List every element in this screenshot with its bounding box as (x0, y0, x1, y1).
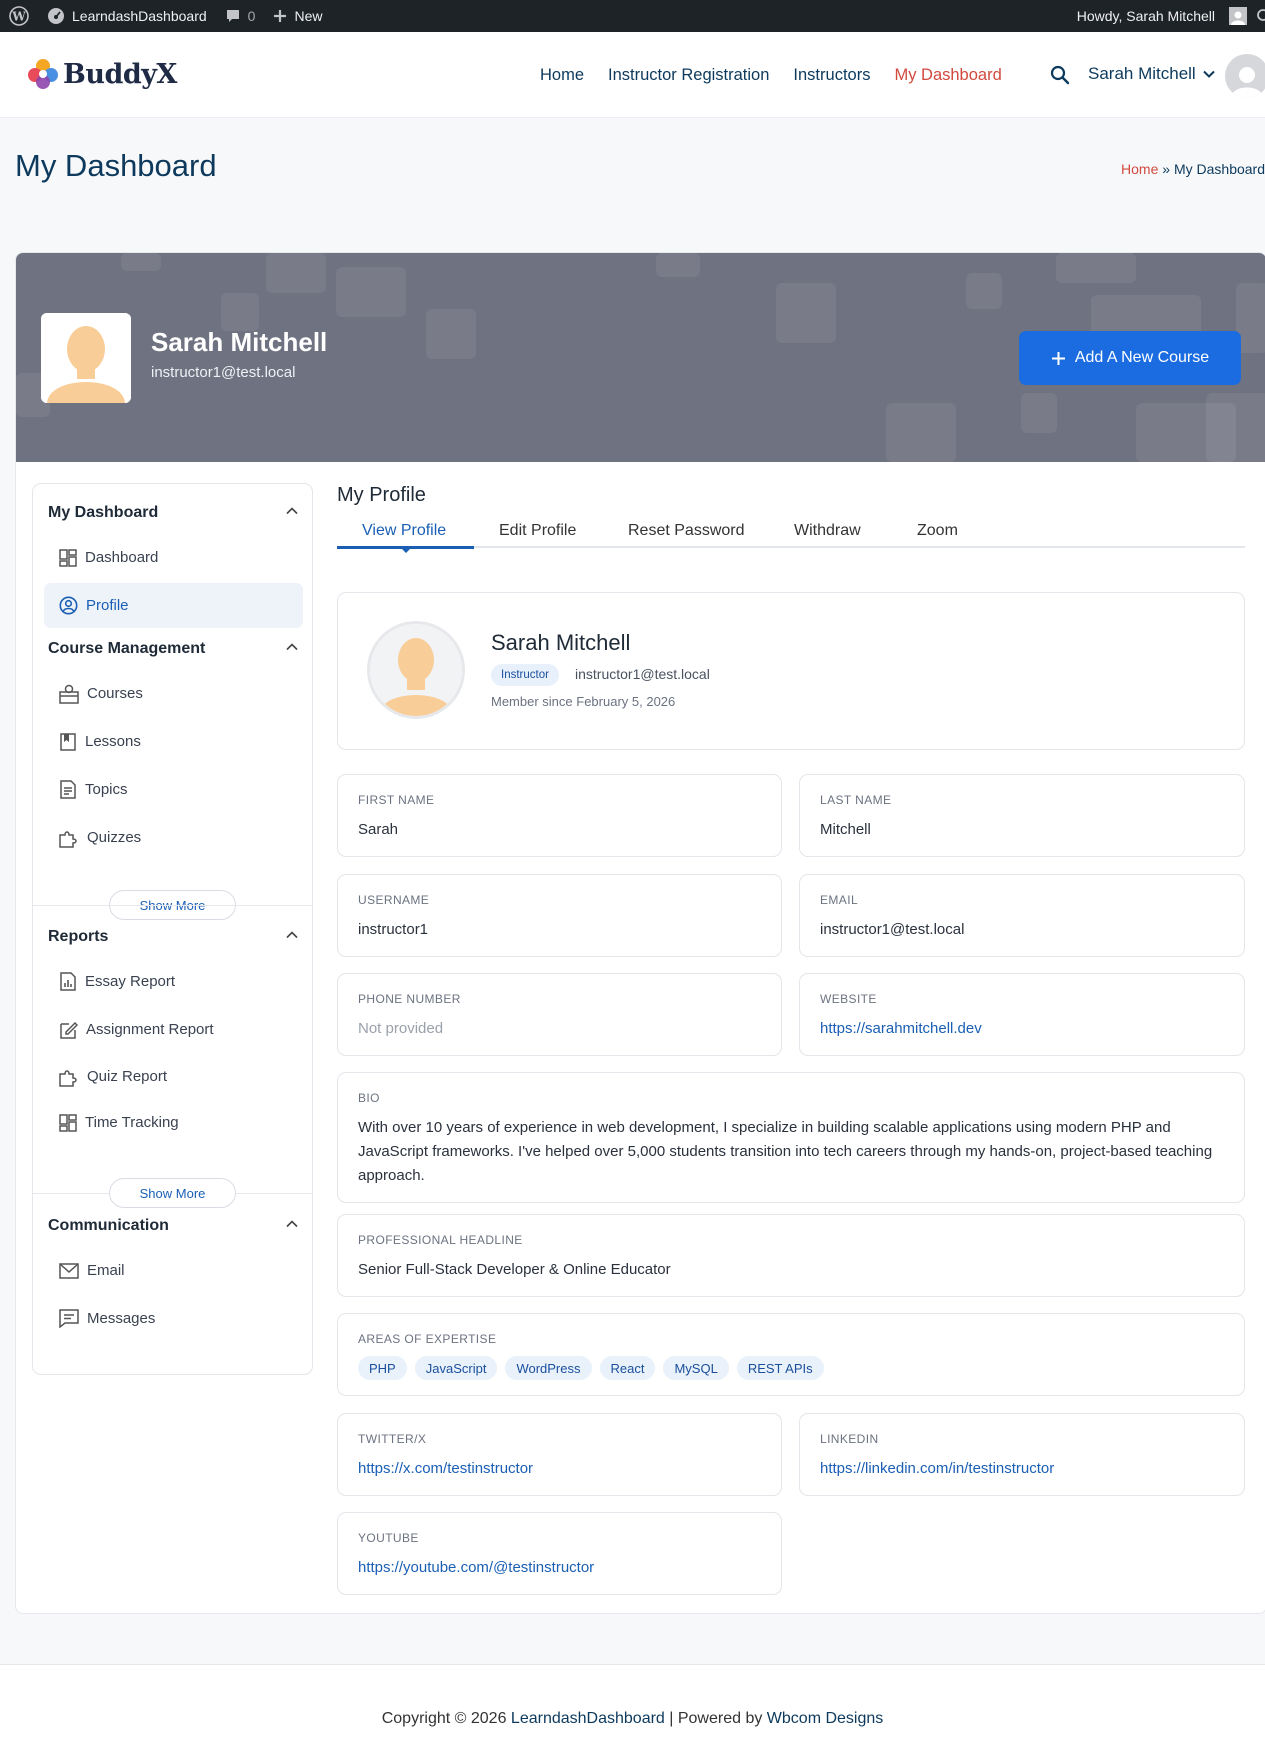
field-label: EMAIL (820, 893, 859, 907)
breadcrumb: Home » My Dashboard (1121, 161, 1265, 177)
footer-powered-link[interactable]: Wbcom Designs (767, 1710, 883, 1727)
dashboard-gauge-icon (48, 8, 64, 24)
field-last-name: LAST NAME Mitchell (799, 774, 1245, 857)
profile-summary-card: Sarah Mitchell Instructor instructor1@te… (337, 592, 1245, 750)
main-nav: Home Instructor Registration Instructors… (540, 32, 1002, 118)
field-youtube: YOUTUBE https://youtube.com/@testinstruc… (337, 1512, 782, 1595)
wordpress-logo-icon[interactable]: W (0, 0, 38, 32)
nav-instructors[interactable]: Instructors (793, 66, 870, 85)
field-value: Mitchell (820, 821, 871, 838)
field-twitter: TWITTER/X https://x.com/testinstructor (337, 1413, 782, 1496)
tab-reset-password[interactable]: Reset Password (628, 522, 745, 540)
nav-home[interactable]: Home (540, 66, 584, 85)
comment-bubble-icon (226, 10, 239, 22)
field-headline: PROFESSIONAL HEADLINE Senior Full-Stack … (337, 1214, 1245, 1297)
field-label: USERNAME (358, 893, 430, 907)
nav-my-dashboard[interactable]: My Dashboard (894, 66, 1001, 85)
admin-bar-account[interactable]: Howdy, Sarah Mitchell (1068, 0, 1249, 32)
site-header: BuddyX Home Instructor Registration Inst… (0, 32, 1265, 118)
active-tab-caret (400, 547, 412, 553)
field-label: YOUTUBE (358, 1531, 419, 1545)
expertise-tag: PHP (358, 1356, 407, 1380)
expertise-tags: PHP JavaScript WordPress React MySQL RES… (358, 1356, 824, 1380)
nav-instructor-registration[interactable]: Instructor Registration (608, 66, 769, 85)
admin-bar-new[interactable]: New (264, 0, 331, 32)
twitter-link[interactable]: https://x.com/testinstructor (358, 1457, 533, 1481)
expertise-tag: WordPress (505, 1356, 592, 1380)
field-label: AREAS OF EXPERTISE (358, 1332, 497, 1346)
youtube-link[interactable]: https://youtube.com/@testinstructor (358, 1556, 594, 1580)
user-menu-name: Sarah Mitchell (1088, 64, 1196, 83)
footer-prefix: Copyright © 2026 (381, 1710, 511, 1727)
plus-icon (274, 10, 287, 22)
user-avatar[interactable] (1225, 54, 1265, 98)
expertise-tag: React (599, 1356, 656, 1380)
page-title: My Dashboard (15, 148, 217, 183)
admin-bar-site[interactable]: LearndashDashboard (38, 0, 216, 32)
admin-bar-site-name: LearndashDashboard (72, 8, 207, 24)
footer-site-link[interactable]: LearndashDashboard (511, 1710, 665, 1727)
admin-bar-avatar (1229, 7, 1247, 25)
profile-name: Sarah Mitchell (491, 630, 631, 655)
expertise-tag: MySQL (663, 1356, 729, 1380)
field-label: PHONE NUMBER (358, 992, 461, 1006)
site-logo[interactable]: BuddyX (27, 58, 177, 90)
profile-content: My Profile View Profile Edit Profile Res… (15, 252, 1265, 1614)
tab-zoom[interactable]: Zoom (917, 522, 958, 540)
comments-count: 0 (247, 8, 256, 24)
field-label: WEBSITE (820, 992, 877, 1006)
profile-email: instructor1@test.local (575, 666, 710, 682)
expertise-tag: REST APIs (736, 1356, 824, 1380)
breadcrumb-home[interactable]: Home (1121, 161, 1158, 177)
footer-middle: | Powered by (664, 1710, 767, 1727)
field-label: LAST NAME (820, 793, 892, 807)
field-label: PROFESSIONAL HEADLINE (358, 1233, 523, 1247)
field-expertise: AREAS OF EXPERTISE PHP JavaScript WordPr… (337, 1313, 1245, 1396)
field-value: Sarah (358, 821, 399, 838)
admin-bar-new-label: New (294, 8, 323, 24)
field-label: FIRST NAME (358, 793, 435, 807)
admin-bar-search-icon[interactable] (1249, 0, 1265, 32)
chevron-down-icon (1203, 70, 1215, 78)
expertise-tag: JavaScript (414, 1356, 498, 1380)
admin-bar-comments[interactable]: 0 (216, 0, 265, 32)
footer-copyright: Copyright © 2026 LearndashDashboard | Po… (0, 1710, 1265, 1728)
field-value: Not provided (358, 1020, 444, 1037)
admin-bar: W LearndashDashboard 0 New Howdy, Sarah … (0, 0, 1265, 32)
field-first-name: FIRST NAME Sarah (337, 774, 782, 857)
field-bio: BIO With over 10 years of experience in … (337, 1072, 1245, 1203)
field-label: LINKEDIN (820, 1432, 879, 1446)
field-label: TWITTER/X (358, 1432, 427, 1446)
svg-text:W: W (11, 10, 26, 24)
field-website: WEBSITE https://sarahmitchell.dev (799, 973, 1245, 1056)
content-title: My Profile (337, 484, 426, 506)
buddyx-logo-icon (28, 59, 58, 89)
field-value: With over 10 years of experience in web … (358, 1119, 1213, 1184)
field-value: Senior Full-Stack Developer & Online Edu… (358, 1261, 671, 1278)
profile-avatar (367, 621, 465, 719)
user-menu[interactable]: Sarah Mitchell (1088, 64, 1216, 84)
logo-text: BuddyX (63, 58, 177, 90)
field-username: USERNAME instructor1 (337, 874, 782, 957)
tab-edit-profile[interactable]: Edit Profile (499, 522, 576, 540)
website-link[interactable]: https://sarahmitchell.dev (820, 1017, 982, 1041)
site-footer: Copyright © 2026 LearndashDashboard | Po… (0, 1664, 1265, 1756)
field-value: instructor1@test.local (820, 921, 965, 938)
tab-view-profile[interactable]: View Profile (362, 522, 446, 540)
profile-tabs: View Profile Edit Profile Reset Password… (337, 518, 1245, 553)
field-email: EMAIL instructor1@test.local (799, 874, 1245, 957)
admin-bar-howdy: Howdy, Sarah Mitchell (1076, 8, 1215, 24)
linkedin-link[interactable]: https://linkedin.com/in/testinstructor (820, 1457, 1054, 1481)
breadcrumb-current: My Dashboard (1173, 161, 1265, 177)
field-label: BIO (358, 1091, 380, 1105)
breadcrumb-separator: » (1162, 161, 1171, 177)
role-badge: Instructor (491, 664, 559, 686)
field-value: instructor1 (358, 921, 429, 938)
field-phone: PHONE NUMBER Not provided (337, 973, 782, 1056)
member-since: Member since February 5, 2026 (491, 694, 676, 709)
search-icon[interactable] (1050, 65, 1070, 85)
field-linkedin: LINKEDIN https://linkedin.com/in/testins… (799, 1413, 1245, 1496)
tab-withdraw[interactable]: Withdraw (794, 522, 861, 540)
